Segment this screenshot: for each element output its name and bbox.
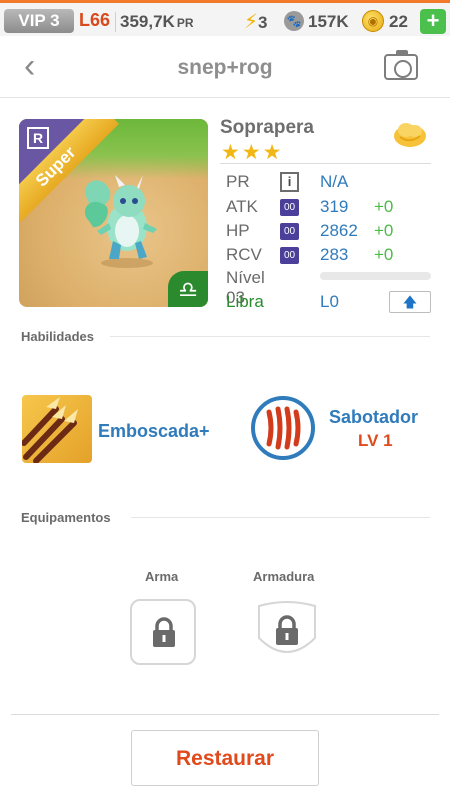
stat-bonus: +0 xyxy=(374,221,394,240)
stat-badge: 00 xyxy=(280,223,299,240)
stat-label: RCV xyxy=(226,245,262,264)
coins-value[interactable]: 22 xyxy=(389,12,408,32)
restore-button[interactable]: Restaurar xyxy=(131,730,319,786)
lightning-icon: ⚡ xyxy=(244,11,259,33)
vip-badge[interactable]: VIP 3 xyxy=(4,9,74,33)
stat-label: ATK xyxy=(226,197,258,216)
divider xyxy=(220,163,431,164)
player-level: L66 xyxy=(79,10,111,30)
lock-icon xyxy=(153,617,175,647)
wind-element-icon xyxy=(394,123,426,147)
upgrade-arrow-button[interactable]: 🡅 xyxy=(389,291,431,313)
power-value: 359,7K xyxy=(120,12,175,31)
power-label: PR xyxy=(176,16,194,30)
stat-label: PR xyxy=(226,172,250,191)
divider xyxy=(115,12,116,32)
abilities-title: Habilidades xyxy=(21,329,94,344)
stat-bonus: +0 xyxy=(374,245,394,264)
armor-label: Armadura xyxy=(253,569,315,584)
add-currency-button[interactable]: + xyxy=(420,9,446,34)
power-display: 359,7K PR xyxy=(120,12,194,32)
food-value[interactable]: 157K xyxy=(308,12,349,32)
rarity-badge: R xyxy=(27,127,49,149)
skill-sabotador-name[interactable]: Sabotador xyxy=(329,407,418,428)
stat-value: N/A xyxy=(320,172,349,191)
paw-food-icon: 🐾 xyxy=(284,11,304,31)
skill-emboscada-name[interactable]: Emboscada+ xyxy=(98,421,210,442)
camera-icon[interactable] xyxy=(384,50,418,80)
status-bar: VIP 3 L66 359,7K PR ⚡3 🐾 157K ◉ 22 + xyxy=(0,0,450,36)
stat-value: 283 xyxy=(320,245,349,264)
weapon-slot[interactable] xyxy=(130,599,196,665)
equipment-title: Equipamentos xyxy=(21,510,111,525)
dragon-monster-image xyxy=(84,175,157,268)
stat-badge: 00 xyxy=(280,199,299,216)
info-icon[interactable]: i xyxy=(280,172,299,192)
level-progress-bar xyxy=(320,272,431,280)
divider xyxy=(131,517,430,518)
star-rating: ★★★ xyxy=(221,141,284,164)
zodiac-label: Libra xyxy=(226,292,264,311)
nav-bar: ‹ snep+rog xyxy=(0,36,450,98)
claw-scratch-icon xyxy=(258,403,308,453)
energy-value: 3 xyxy=(258,13,268,32)
arrows-icon xyxy=(22,397,78,463)
coin-icon: ◉ xyxy=(362,10,384,32)
energy-counter[interactable]: ⚡3 xyxy=(244,9,268,34)
weapon-label: Arma xyxy=(145,569,179,584)
stat-bonus: +0 xyxy=(374,197,394,216)
page-title: snep+rog xyxy=(177,56,273,79)
emboscada-skill-icon[interactable] xyxy=(22,395,92,463)
stat-value: 2862 xyxy=(320,221,358,240)
monster-name: Soprapera xyxy=(220,117,314,138)
armor-slot[interactable] xyxy=(255,598,319,666)
stat-label: HP xyxy=(226,221,250,240)
zodiac-level: L0 xyxy=(320,292,339,311)
stat-badge: 00 xyxy=(280,247,299,264)
skill-sabotador-level: LV 1 xyxy=(358,431,393,450)
sabotador-skill-icon[interactable] xyxy=(251,396,315,460)
divider xyxy=(110,336,430,337)
stat-value: 319 xyxy=(320,197,349,216)
libra-zodiac-icon: ♎ xyxy=(168,271,208,307)
monster-portrait: Super R ♎ xyxy=(19,119,208,307)
divider xyxy=(11,714,439,715)
